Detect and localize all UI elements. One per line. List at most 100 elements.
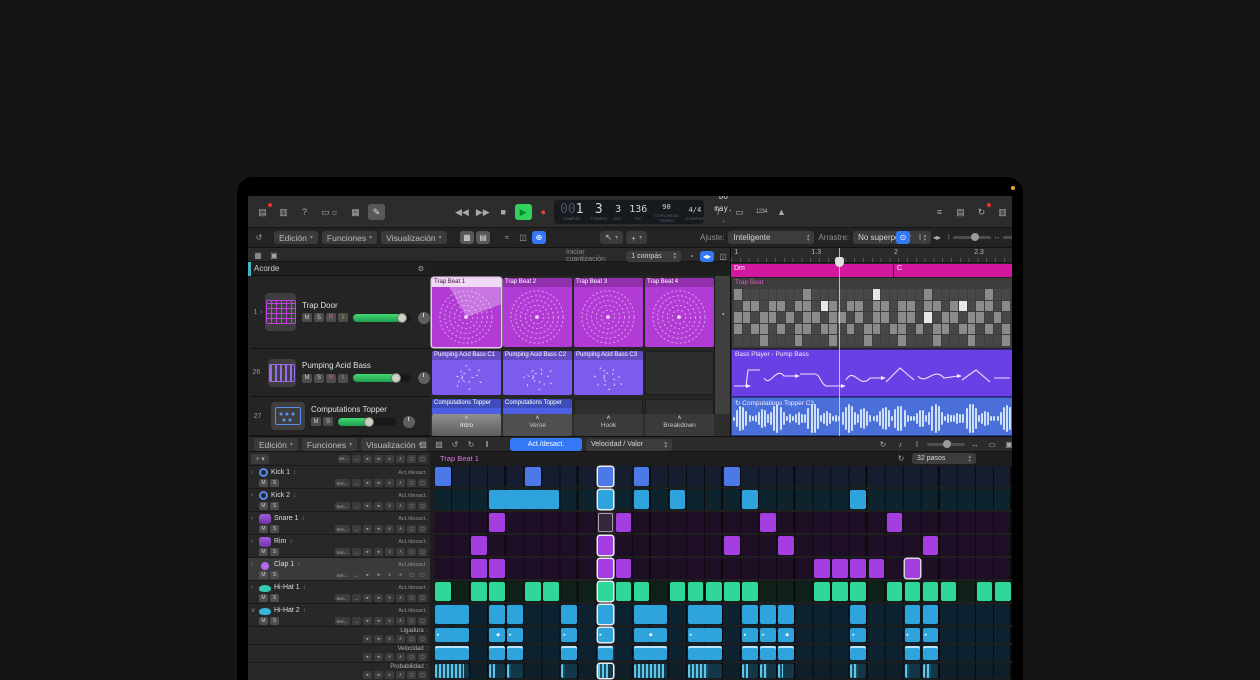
step-cell[interactable]	[778, 664, 794, 678]
step-cell[interactable]	[634, 628, 668, 642]
step-cell[interactable]	[435, 628, 469, 642]
loop-cell[interactable]: Trap Beat 4	[645, 278, 714, 347]
autozoom-button[interactable]: ↔	[968, 438, 982, 451]
step-cell[interactable]	[850, 490, 866, 509]
step-cell[interactable]	[850, 559, 866, 578]
scene-play-icon[interactable]: ∧	[645, 414, 714, 422]
step-cell[interactable]	[724, 467, 740, 486]
row-control-button[interactable]: ▢	[418, 479, 427, 487]
row-control-button[interactable]: ◂◦	[363, 548, 372, 556]
step-cell[interactable]	[616, 582, 632, 601]
inspector-button[interactable]: ▥	[275, 204, 292, 220]
apple-loops-button[interactable]: ↻	[973, 204, 990, 220]
step-cell[interactable]	[760, 513, 776, 532]
count-in-button[interactable]: 1234	[753, 204, 770, 220]
row-control-button[interactable]: ∨	[385, 617, 394, 625]
subrow-control-button[interactable]: ▢	[407, 653, 416, 661]
record-button[interactable]: ●	[535, 204, 552, 220]
row-m-button[interactable]: M	[259, 617, 268, 625]
note-arrows-icon[interactable]: ↕	[297, 562, 300, 568]
subrow-control-button[interactable]: ◦▸	[374, 671, 383, 679]
media-browser-button[interactable]: ▥	[994, 204, 1011, 220]
note-pads-button[interactable]: ▤	[952, 204, 969, 220]
loop-cell[interactable]: Trap Beat 3	[574, 278, 643, 347]
note-arrows-icon[interactable]: ↕	[303, 585, 306, 591]
step-track-row[interactable]: ›Clap 1↕Act./desact.MSSen…→◂◦◦▸∨∧▢▢	[248, 558, 430, 581]
flex-toggle[interactable]: ◫	[516, 231, 530, 244]
step-cell[interactable]	[598, 628, 614, 642]
subrow-control-button[interactable]: ▢	[418, 653, 427, 661]
step-cell[interactable]	[634, 646, 668, 660]
row-control-button[interactable]: ∨	[385, 594, 394, 602]
step-cell[interactable]	[905, 628, 921, 642]
vertical-zoom-slider[interactable]	[953, 236, 991, 239]
pan-knob[interactable]	[418, 312, 430, 324]
step-track-row[interactable]: ›Rim↕Act./desact.MSSen…→◂◦◦▸∨∧▢▢	[248, 535, 430, 558]
link-button[interactable]: ◂▸	[930, 231, 944, 244]
menu-funciones[interactable]: Funciones▾	[322, 231, 377, 244]
track-header[interactable]: 1›Trap DoorMSRI	[251, 276, 430, 349]
step-cell[interactable]	[905, 559, 921, 578]
step-cell[interactable]	[598, 605, 614, 624]
step-cell[interactable]	[670, 490, 686, 509]
grid-mode-button[interactable]: ▦	[251, 249, 265, 262]
subrow-control-button[interactable]: ▢	[418, 671, 427, 679]
note-arrows-icon[interactable]: ↕	[303, 608, 306, 614]
row-control-button[interactable]: ◂◦	[363, 479, 372, 487]
row-control-button[interactable]: →	[352, 548, 361, 556]
loop-cell[interactable]: Trap Beat 2	[503, 278, 572, 347]
row-control-button[interactable]: ▢	[407, 571, 416, 579]
step-cell[interactable]	[977, 582, 993, 601]
volume-knob[interactable]	[397, 313, 407, 323]
header-control-button[interactable]: →	[352, 455, 361, 463]
step-cell[interactable]	[435, 467, 451, 486]
step-cell[interactable]	[760, 646, 776, 660]
step-cell[interactable]	[634, 605, 668, 624]
subrow-control-button[interactable]: ∧	[396, 671, 405, 679]
gear-icon[interactable]: ⚙	[418, 265, 424, 273]
step-track-row[interactable]: ›Kick 1↕Act./desact.MSSen…→◂◦◦▸∨∧▢▢	[248, 466, 430, 489]
row-control-button[interactable]: Sen…	[335, 594, 350, 602]
row-s-button[interactable]: S	[270, 479, 279, 487]
row-control-button[interactable]: ◦▸	[374, 571, 383, 579]
step-cell[interactable]	[832, 559, 848, 578]
step-cell[interactable]	[561, 664, 577, 678]
editor-menu-edicion[interactable]: Edición▾	[254, 438, 298, 451]
disclosure-icon[interactable]: ›	[251, 516, 256, 522]
audio-region[interactable]: ↻ Computations Topper C3	[731, 397, 1012, 436]
disclosure-icon[interactable]: ∨	[251, 607, 256, 614]
step-cell[interactable]	[760, 628, 776, 642]
step-cell[interactable]	[814, 559, 830, 578]
header-control-button[interactable]: ◂◦	[363, 455, 372, 463]
replace-button[interactable]: ▭	[731, 204, 748, 220]
loop-cell[interactable]: Trap Beat 1	[432, 278, 501, 347]
note-arrows-icon[interactable]: ↕	[302, 516, 305, 522]
metronome-button[interactable]: ▲	[773, 204, 790, 220]
cell-phase-icon[interactable]: ◔	[684, 251, 698, 262]
step-cell[interactable]	[706, 582, 722, 601]
track-s-button[interactable]: S	[314, 313, 324, 322]
step-cell[interactable]	[923, 605, 939, 624]
step-track-row[interactable]: ›Snare 1↕Act./desact.MSSen…→◂◦◦▸∨∧▢▢	[248, 512, 430, 535]
row-m-button[interactable]: M	[259, 594, 268, 602]
step-cell[interactable]	[670, 582, 686, 601]
mixer-button[interactable]: ▦	[347, 204, 364, 220]
step-cell[interactable]	[634, 467, 650, 486]
step-cell[interactable]	[905, 605, 921, 624]
row-control-button[interactable]: Sen…	[335, 571, 350, 579]
volume-slider[interactable]	[353, 374, 411, 382]
disclosure-icon[interactable]: ›	[251, 470, 256, 476]
step-cell[interactable]	[995, 582, 1011, 601]
pan-knob[interactable]	[403, 416, 415, 428]
step-cell[interactable]	[525, 467, 541, 486]
subrow-control-button[interactable]: ▢	[418, 635, 427, 643]
scene-trigger[interactable]: ∧Breakdown	[645, 414, 714, 436]
row-control-button[interactable]: ∧	[396, 617, 405, 625]
bass-region[interactable]: Bass Player - Pump Bass	[731, 349, 1012, 397]
track-i-button[interactable]: I	[338, 313, 348, 322]
step-cell[interactable]	[598, 559, 614, 578]
step-cell[interactable]	[471, 536, 487, 555]
note-arrows-icon[interactable]: ↕	[293, 470, 296, 476]
step-cell[interactable]	[887, 582, 903, 601]
step-cell[interactable]	[688, 582, 704, 601]
